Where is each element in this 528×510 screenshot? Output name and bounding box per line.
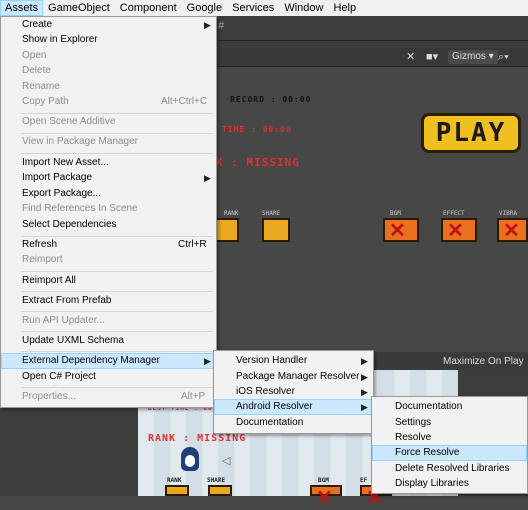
menu-separator [21,387,213,388]
game-rank-icon [165,485,189,496]
game-label-share: SHARE [207,477,226,484]
menu-item-rename[interactable]: Rename [1,79,216,95]
icon-label-effect: EFFECT [443,210,465,217]
menu-item-android-settings[interactable]: Settings [372,415,527,431]
menu-gameobject[interactable]: GameObject [43,0,115,16]
game-label-effect: EF [360,477,368,484]
menu-separator [21,271,213,272]
edm-submenu: Version Handler ▶ Package Manager Resolve… [213,350,374,434]
menu-item-refresh[interactable]: Refresh Ctrl+R [1,237,216,253]
menu-item-extract-from-prefab[interactable]: Extract From Prefab [1,293,216,309]
menu-item-edm-documentation[interactable]: Documentation [214,415,373,431]
menu-item-force-resolve[interactable]: Force Resolve [372,445,527,461]
menu-item-select-dependencies[interactable]: Select Dependencies [1,217,216,233]
menu-item-copy-path[interactable]: Copy Path Alt+Ctrl+C [1,94,216,110]
bgm-off-icon [383,218,419,243]
record-text: RECORD : 00:00 [230,95,312,104]
android-resolver-submenu: Documentation Settings Resolve Force Res… [371,396,528,494]
menu-item-android-documentation[interactable]: Documentation [372,399,527,415]
effect-off-icon [441,218,477,243]
menu-item-run-api-updater[interactable]: Run API Updater... [1,313,216,329]
menu-google[interactable]: Google [182,0,227,16]
play-button-sprite: PLAY [421,113,521,153]
menu-item-update-uxml-schema[interactable]: Update UXML Schema [1,333,216,349]
game-label-bgm: BGM [318,477,329,484]
vibra-off-icon [497,218,528,243]
menu-help[interactable]: Help [328,0,361,16]
icon-label-rank: RANK [224,210,239,217]
game-rank-text: RANK : MISSING [148,433,247,444]
menu-item-reimport-all[interactable]: Reimport All [1,273,216,289]
menu-assets[interactable]: Assets [0,0,44,16]
menu-separator [21,291,213,292]
menu-separator [21,351,213,352]
menu-item-show-in-explorer[interactable]: Show in Explorer [1,32,216,48]
menu-item-reimport[interactable]: Reimport [1,252,216,268]
assets-menu: Create ▶ Show in Explorer Open Delete Ren… [0,16,217,408]
menu-separator [21,153,213,154]
menu-item-version-handler[interactable]: Version Handler ▶ [214,353,373,369]
game-label-rank: RANK [167,477,182,484]
menu-item-import-new-asset[interactable]: Import New Asset... [1,155,216,171]
game-share-icon [208,485,232,496]
icon-label-bgm: BGM [390,210,401,217]
menu-item-view-in-package-manager[interactable]: View in Package Manager [1,134,216,150]
menu-item-properties[interactable]: Properties... Alt+P [1,389,216,405]
menu-item-delete[interactable]: Delete [1,63,216,79]
gizmos-dropdown[interactable]: Gizmos ▾ [448,50,498,64]
search-icon[interactable]: ⌕▾ [498,50,509,64]
tools-icon[interactable]: ✕ [406,50,415,64]
time-text: TIME : 00:00 [222,125,292,134]
menu-item-open[interactable]: Open [1,48,216,64]
menu-item-find-references[interactable]: Find References In Scene [1,201,216,217]
rank-text: K : MISSING [216,156,300,169]
menu-item-open-scene-additive[interactable]: Open Scene Additive [1,114,216,130]
speaker-icon: ◁ [222,455,231,467]
penguin-sprite [181,447,199,471]
menu-item-import-package[interactable]: Import Package ▶ [1,170,216,186]
menu-item-delete-resolved-libraries[interactable]: Delete Resolved Libraries [372,461,527,477]
menu-window[interactable]: Window [279,0,328,16]
menu-item-resolve[interactable]: Resolve [372,430,527,446]
game-bgm-icon [310,485,342,510]
menu-item-display-libraries[interactable]: Display Libraries [372,476,527,492]
menu-separator [21,331,213,332]
maximize-on-play-toggle[interactable]: Maximize On Play [443,354,524,370]
menu-item-external-dependency-manager[interactable]: External Dependency Manager ▶ [1,353,216,369]
icon-label-share: SHARE [262,210,281,217]
menu-component[interactable]: Component [115,0,182,16]
camera-icon[interactable]: ■▾ [426,50,438,64]
menu-item-export-package[interactable]: Export Package... [1,186,216,202]
menu-item-open-csharp-project[interactable]: Open C# Project [1,369,216,385]
share-icon [262,218,290,242]
menu-services[interactable]: Services [227,0,279,16]
menu-item-create[interactable]: Create ▶ [1,17,216,33]
editor-toolbar [215,16,528,41]
icon-label-vibra: VIBRA [499,210,518,217]
gizmos-label: Gizmos [452,51,486,62]
menu-item-android-resolver[interactable]: Android Resolver ▶ [214,399,373,415]
menu-separator [21,311,213,312]
menu-bar: Assets GameObject Component Google Servi… [0,0,528,16]
menu-item-package-manager-resolver[interactable]: Package Manager Resolver ▶ [214,369,373,385]
scene-tab-icon[interactable]: # [218,20,234,34]
menu-item-ios-resolver[interactable]: iOS Resolver ▶ [214,384,373,400]
